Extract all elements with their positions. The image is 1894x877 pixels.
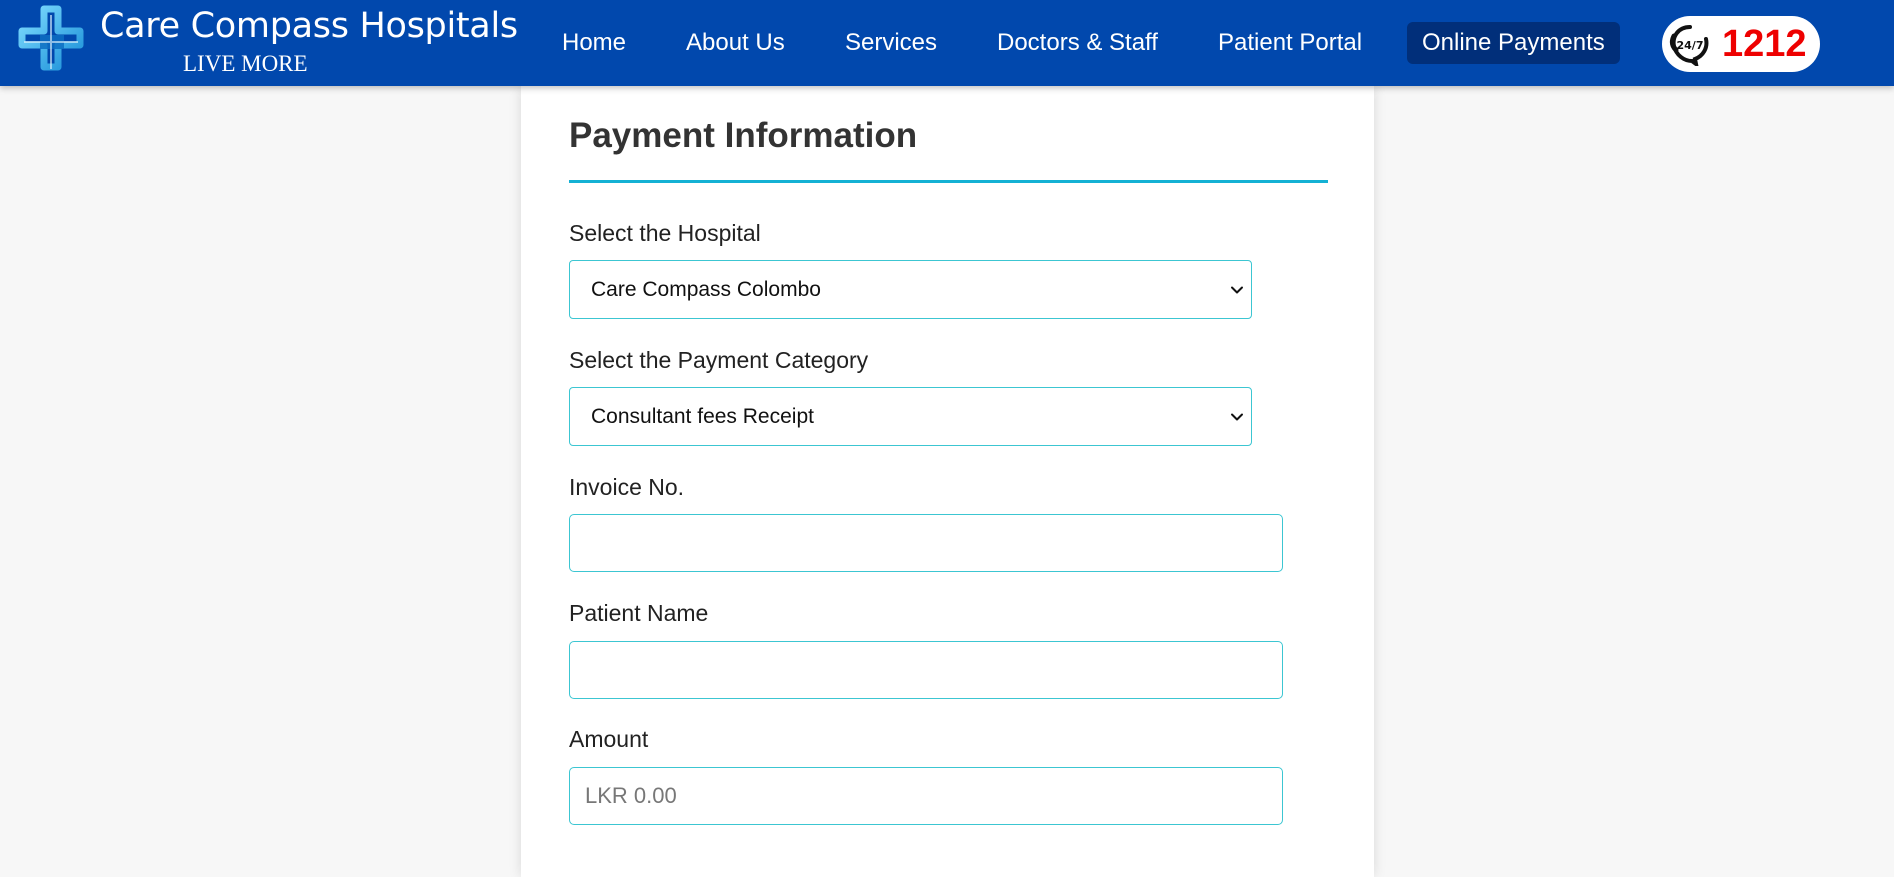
nav-patient-portal[interactable]: Patient Portal	[1218, 28, 1362, 58]
nav-about-us[interactable]: About Us	[686, 28, 785, 58]
chevron-down-icon	[1231, 286, 1243, 294]
brand-tagline: LIVE MORE	[183, 51, 308, 76]
amount-input[interactable]	[569, 767, 1283, 825]
hotline-button[interactable]: 24/7 1212	[1662, 16, 1820, 72]
header-bar: Care Compass Hospitals LIVE MORE Home Ab…	[0, 0, 1894, 86]
payment-category-select[interactable]: Consultant fees Receipt	[569, 387, 1252, 446]
nav-services[interactable]: Services	[845, 28, 937, 58]
nav-home[interactable]: Home	[562, 28, 626, 58]
patient-name-input[interactable]	[569, 641, 1283, 699]
hospital-select[interactable]: Care Compass Colombo	[569, 260, 1252, 319]
amount-label: Amount	[569, 726, 649, 752]
medical-cross-logo-icon[interactable]	[14, 5, 90, 79]
patient-name-label: Patient Name	[569, 600, 709, 626]
hospital-select-value: Care Compass Colombo	[591, 278, 821, 301]
hospital-label: Select the Hospital	[569, 220, 761, 246]
payment-form-card: Payment Information Select the Hospital …	[521, 86, 1374, 877]
nav-online-payments[interactable]: Online Payments	[1407, 22, 1620, 64]
payment-category-select-value: Consultant fees Receipt	[591, 405, 814, 428]
brand-name[interactable]: Care Compass Hospitals	[100, 6, 518, 46]
hotline-number: 1212	[1722, 23, 1807, 65]
phone-24-7-icon: 24/7	[1669, 25, 1709, 66]
page-title: Payment Information	[569, 116, 918, 155]
nav-doctors-staff[interactable]: Doctors & Staff	[997, 28, 1158, 58]
invoice-label: Invoice No.	[569, 474, 685, 500]
invoice-number-input[interactable]	[569, 514, 1283, 572]
hotline-24-7-text: 24/7	[1677, 39, 1704, 52]
chevron-down-icon	[1231, 413, 1243, 421]
title-divider	[569, 180, 1328, 183]
payment-category-label: Select the Payment Category	[569, 347, 869, 373]
